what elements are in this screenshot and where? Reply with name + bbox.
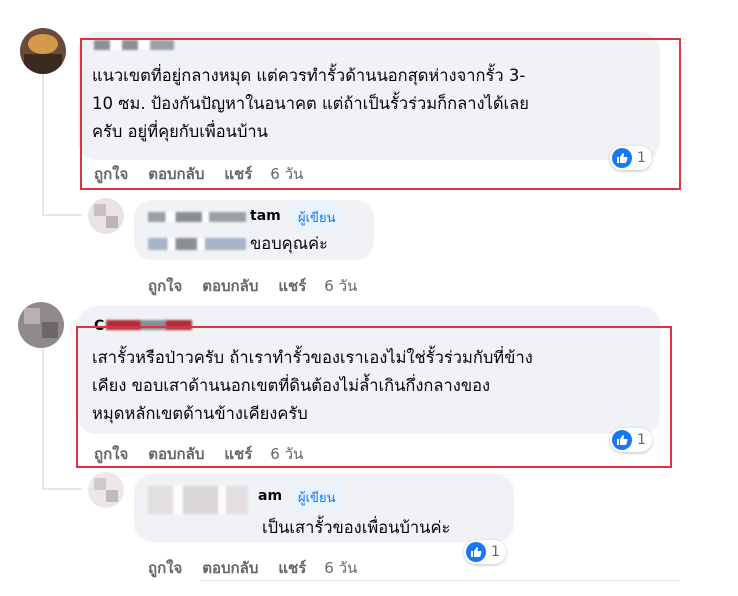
avatar[interactable] [88,198,124,234]
blurred-name [148,212,246,222]
share-link[interactable]: แชร์ [278,274,306,298]
reaction-number: 1 [491,544,500,560]
comment-actions: ถูกใจ ตอบกลับ แชร์ 6 วัน [148,274,357,298]
blurred-text [148,238,246,250]
reply-link[interactable]: ตอบกลับ [202,274,258,298]
thread-line [42,340,44,490]
thread-connector [42,214,82,216]
share-link[interactable]: แชร์ [278,556,306,580]
thread-connector [42,488,82,490]
thumbs-up-icon [466,542,486,562]
author-name[interactable]: am [258,488,282,504]
avatar[interactable] [88,472,124,508]
reply-text: เป็นเสารั้วของเพื่อนบ้านค่ะ [262,518,451,537]
like-link[interactable]: ถูกใจ [148,556,182,580]
highlight-box [80,38,681,190]
blurred-name [148,486,248,514]
author-badge: ผู้เขียน [292,486,342,509]
avatar[interactable] [20,28,66,74]
comment-actions: ถูกใจ ตอบกลับ แชร์ 6 วัน [148,556,357,580]
author-badge: ผู้เขียน [292,206,342,229]
reply-text: ขอบคุณค่ะ [250,234,328,253]
author-name[interactable]: tam [250,208,281,224]
reply-divider [200,580,680,581]
reaction-count[interactable]: 1 [464,540,506,564]
highlight-box [76,326,672,468]
like-link[interactable]: ถูกใจ [148,274,182,298]
reply-link[interactable]: ตอบกลับ [202,556,258,580]
timestamp[interactable]: 6 วัน [324,556,357,580]
timestamp[interactable]: 6 วัน [324,274,357,298]
avatar[interactable] [18,302,64,348]
thread-line [42,66,44,216]
